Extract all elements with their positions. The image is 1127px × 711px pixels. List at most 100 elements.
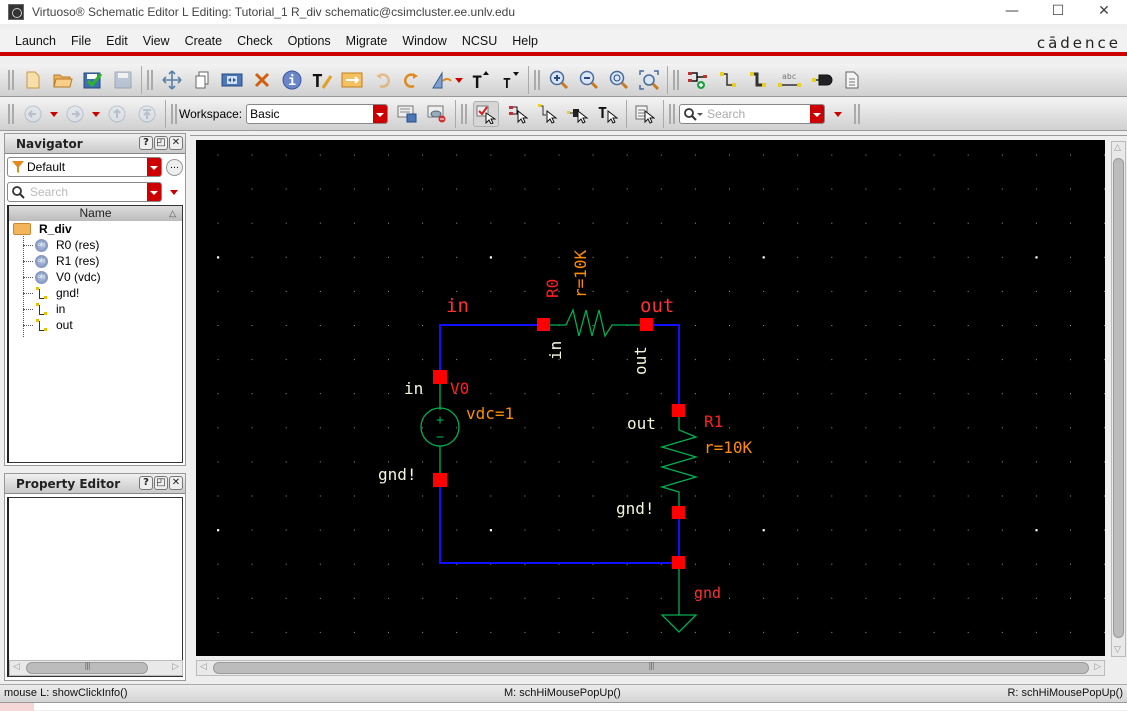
select-all-filter-icon[interactable] <box>473 101 500 127</box>
workspace-select[interactable]: Basic <box>246 104 389 124</box>
increase-font-icon[interactable]: T <box>469 69 491 91</box>
chevron-down-icon[interactable] <box>147 158 161 176</box>
wire-in[interactable] <box>439 324 546 372</box>
close-icon[interactable]: ✕ <box>169 476 183 490</box>
decrease-font-icon[interactable]: T <box>499 69 521 91</box>
resistor-r1[interactable]: R1 r=10K out gnd! <box>616 404 753 519</box>
select-text-icon[interactable]: T <box>597 103 619 125</box>
zoom-in-icon[interactable] <box>548 69 570 91</box>
forward-dropdown-caret[interactable] <box>92 111 100 117</box>
move-icon[interactable] <box>161 69 183 91</box>
ground-symbol[interactable]: gnd <box>660 556 721 633</box>
save-workspace-icon[interactable] <box>396 103 418 125</box>
float-icon[interactable]: ◰ <box>154 136 168 150</box>
scroll-thumb[interactable] <box>1113 158 1124 638</box>
property-editor-hscrollbar[interactable]: ◁ ▷ <box>9 660 183 676</box>
scroll-thumb[interactable] <box>26 662 148 674</box>
menu-view[interactable]: View <box>143 34 170 48</box>
delete-icon[interactable] <box>251 69 273 91</box>
pin-r0-in[interactable] <box>537 318 550 331</box>
add-note-icon[interactable] <box>841 69 863 91</box>
cross-probe-icon[interactable] <box>341 69 363 91</box>
select-instances-icon[interactable] <box>507 103 529 125</box>
new-icon[interactable] <box>22 69 44 91</box>
add-wire-name-icon[interactable]: abc <box>777 69 803 91</box>
tree-item[interactable]: in <box>9 301 182 317</box>
check-and-save-icon[interactable] <box>82 69 104 91</box>
tree-item[interactable]: obj V0 (vdc) <box>9 269 182 285</box>
toolbar-grip[interactable] <box>8 70 14 90</box>
add-instance-icon[interactable] <box>687 69 709 91</box>
maximize-button[interactable]: ☐ <box>1035 0 1081 24</box>
navigator-filter-select[interactable]: Default <box>7 157 162 177</box>
close-window-button[interactable]: ✕ <box>1081 0 1127 24</box>
canvas-vscrollbar[interactable]: △ ▽ <box>1111 141 1126 657</box>
zoom-out-icon[interactable] <box>578 69 600 91</box>
undo-icon[interactable] <box>371 69 393 91</box>
pin-r0-out[interactable] <box>640 318 653 331</box>
minimize-button[interactable]: — <box>989 0 1035 24</box>
help-icon[interactable]: ? <box>139 136 153 150</box>
name-column-header[interactable]: Name △ <box>9 206 182 221</box>
tree-root-r-div[interactable]: R_div <box>9 221 182 237</box>
back-icon[interactable] <box>22 103 44 125</box>
back-dropdown-caret[interactable] <box>50 111 58 117</box>
add-wide-wire-icon[interactable] <box>747 69 769 91</box>
menu-help[interactable]: Help <box>512 34 538 48</box>
menu-migrate[interactable]: Migrate <box>346 34 388 48</box>
open-icon[interactable] <box>52 69 74 91</box>
tree-item[interactable]: obj R0 (res) <box>9 237 182 253</box>
scroll-thumb[interactable] <box>213 662 1089 674</box>
pin-gnd[interactable] <box>672 556 685 569</box>
more-options-button[interactable]: … <box>166 158 183 176</box>
voltage-source-v0[interactable]: + − V0 vdc=1 in gnd! <box>378 370 514 487</box>
toolbar-grip[interactable] <box>8 104 14 124</box>
float-icon[interactable]: ◰ <box>154 476 168 490</box>
wire-out[interactable] <box>648 324 680 412</box>
redo-icon[interactable] <box>401 69 423 91</box>
toolbar-search-field[interactable]: Search <box>679 104 826 124</box>
save-icon[interactable] <box>112 69 134 91</box>
close-icon[interactable]: ✕ <box>169 136 183 150</box>
stretch-icon[interactable] <box>221 69 243 91</box>
pin-r1-out[interactable] <box>672 404 685 417</box>
wire-gnd[interactable] <box>439 480 680 564</box>
rotate-icon[interactable] <box>431 69 453 91</box>
menu-file[interactable]: File <box>71 34 91 48</box>
navigator-search-caret[interactable] <box>170 189 178 195</box>
pin-v0-gnd[interactable] <box>433 473 447 487</box>
pin-v0-in[interactable] <box>433 370 447 384</box>
tree-item[interactable]: obj R1 (res) <box>9 253 182 269</box>
menu-window[interactable]: Window <box>402 34 446 48</box>
tree-item[interactable]: out <box>9 317 182 333</box>
navigator-search-input[interactable]: Search <box>7 182 162 202</box>
help-icon[interactable]: ? <box>139 476 153 490</box>
resistor-r0[interactable]: R0 r=10K in out <box>537 249 653 375</box>
search-options-caret[interactable] <box>834 111 843 117</box>
load-workspace-icon[interactable] <box>426 103 448 125</box>
zoom-area-icon[interactable] <box>638 69 660 91</box>
menu-options[interactable]: Options <box>288 34 331 48</box>
chevron-down-icon[interactable] <box>810 105 825 123</box>
properties-icon[interactable]: i <box>281 69 303 91</box>
chevron-down-icon[interactable] <box>373 105 388 123</box>
select-pins-icon[interactable] <box>567 103 589 125</box>
add-wire-icon[interactable] <box>717 69 739 91</box>
up-icon[interactable] <box>106 103 128 125</box>
canvas-hscrollbar[interactable]: ◁ ▷ <box>196 660 1105 676</box>
select-wires-icon[interactable] <box>537 103 559 125</box>
top-icon[interactable] <box>136 103 158 125</box>
select-notes-icon[interactable] <box>634 103 656 125</box>
menu-launch[interactable]: Launch <box>15 34 56 48</box>
schematic-drawing[interactable]: R0 r=10K in out R1 r=10K out gnd! + − V0… <box>196 140 1105 656</box>
menu-check[interactable]: Check <box>237 34 272 48</box>
pin-r1-gnd[interactable] <box>672 506 685 519</box>
edit-text-icon[interactable]: T <box>311 69 333 91</box>
chevron-down-icon[interactable] <box>147 183 161 201</box>
copy-icon[interactable] <box>191 69 213 91</box>
add-pin-icon[interactable] <box>811 69 833 91</box>
schematic-canvas[interactable]: R0 r=10K in out R1 r=10K out gnd! + − V0… <box>196 140 1105 656</box>
menu-create[interactable]: Create <box>185 34 223 48</box>
tree-item[interactable]: gnd! <box>9 285 182 301</box>
forward-icon[interactable] <box>64 103 86 125</box>
